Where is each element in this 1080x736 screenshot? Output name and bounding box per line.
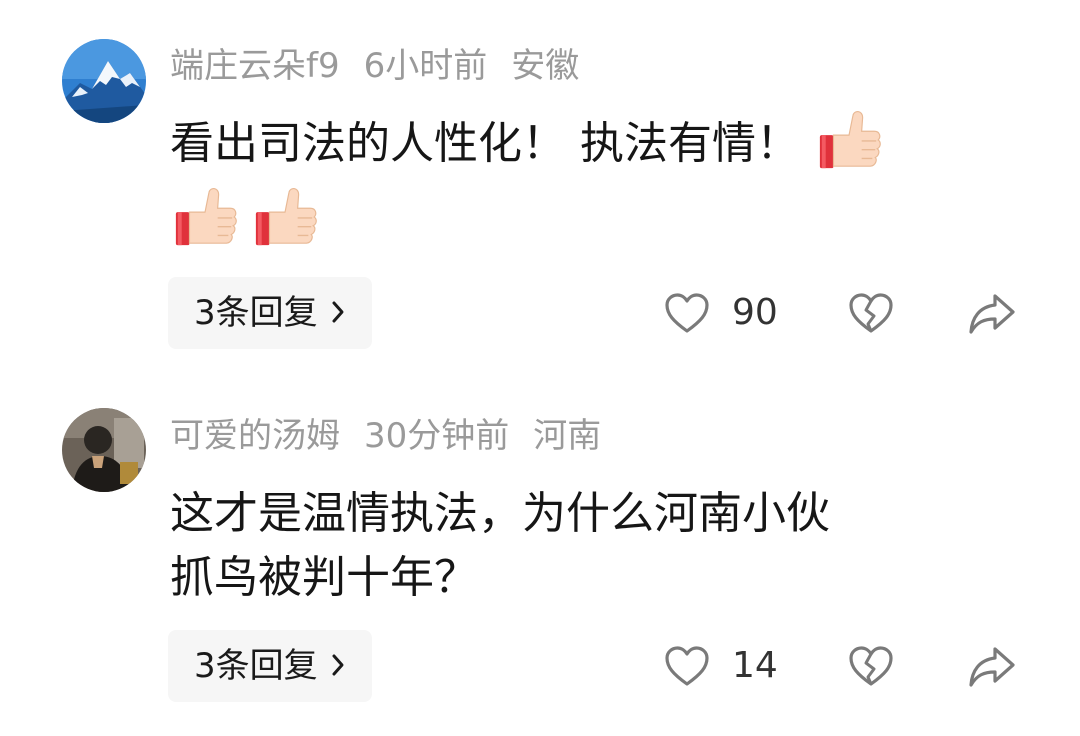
comment-text-line: 这才是温情执法，为什么河南小伙 [170,488,830,539]
avatar[interactable] [62,408,146,492]
share-arrow-icon[interactable] [967,291,1017,337]
comment-time: 30分钟前 [364,416,510,456]
avatar[interactable] [62,39,146,123]
snowy-mountain-photo [62,39,146,123]
username[interactable]: 端庄云朵f9 [170,46,340,86]
comment-item: 可爱的汤姆 30分钟前 河南 这才是温情执法，为什么河南小伙 抓鸟被判十年？ 3条回… [0,370,1080,736]
heart-outline-icon[interactable] [663,643,711,691]
thumbs-up-icon [816,106,884,174]
comment-text-container: 这才是温情执法，为什么河南小伙 抓鸟被判十年？ [170,482,1030,610]
person-photo [62,408,146,492]
comment-text-container: 看出司法的人性化！ 执法有情！ [170,112,1030,180]
thumbs-up-icon [252,183,320,251]
comment-actions: 90 [0,277,1080,349]
thumbs-up-icon [172,183,240,251]
share-arrow-icon[interactable] [967,644,1017,690]
username[interactable]: 可爱的汤姆 [170,416,340,456]
comment-item: 端庄云朵f9 6小时前 安徽 看出司法的人性化！ 执法有情！ 3条回复 90 [0,0,1080,370]
comment-meta: 可爱的汤姆 30分钟前 河南 [170,416,625,456]
comment-time: 6小时前 [363,46,488,86]
emoji-row [172,183,332,255]
heart-outline-icon[interactable] [663,290,711,338]
comment-text-line: 抓鸟被判十年？ [170,552,478,603]
broken-heart-icon[interactable] [847,290,895,338]
comment-location: 河南 [533,416,602,456]
comment-actions: 14 [0,630,1080,702]
like-count: 14 [732,645,778,686]
like-count: 90 [732,292,778,333]
comment-location: 安徽 [511,46,580,86]
comment-meta: 端庄云朵f9 6小时前 安徽 [170,46,603,86]
comment-text: 看出司法的人性化！ 执法有情！ [170,118,800,169]
broken-heart-icon[interactable] [847,643,895,691]
